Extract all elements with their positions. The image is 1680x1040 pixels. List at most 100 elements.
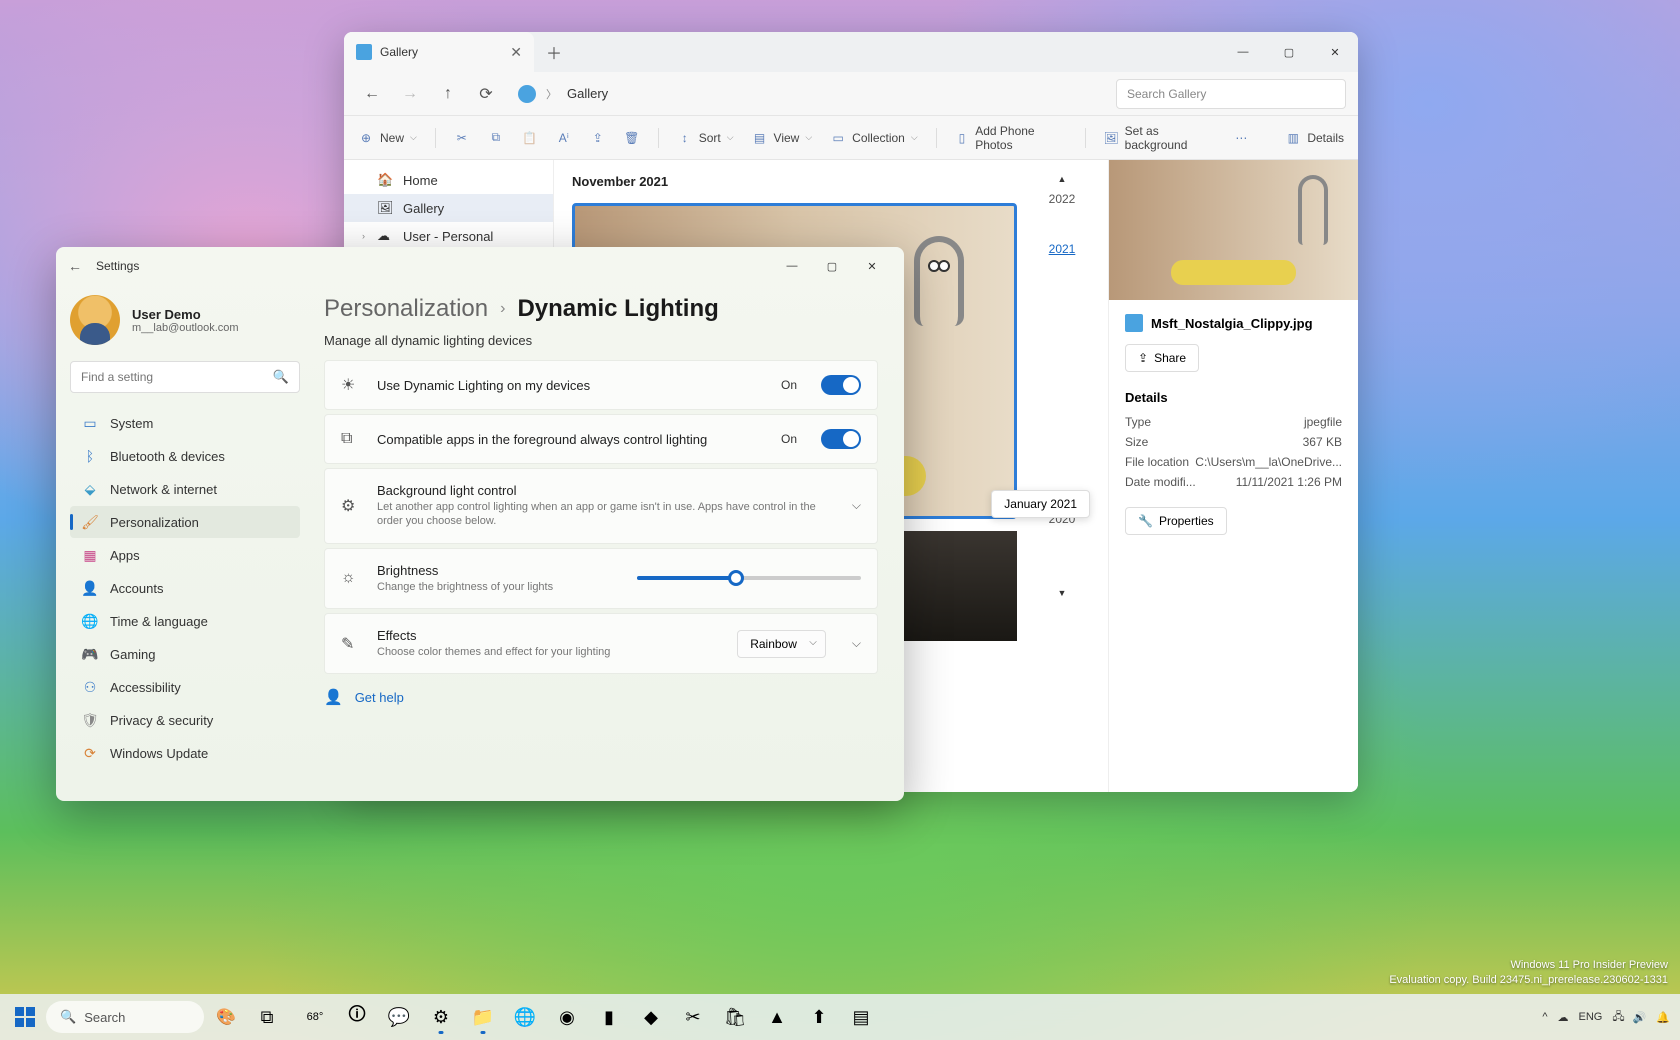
file-explorer-icon[interactable]: 📁 (464, 998, 502, 1036)
network-icon[interactable]: 🖧 (1612, 1008, 1624, 1027)
sort-button[interactable]: ↕Sort⌵ (677, 130, 734, 146)
share-button[interactable]: ⇪ Share (1125, 344, 1199, 372)
new-tab-button[interactable]: ＋ (534, 40, 574, 64)
pen-icon: ✎ (341, 634, 361, 654)
collection-icon: ▭ (830, 130, 846, 146)
nav-apps[interactable]: ▦Apps (70, 539, 300, 571)
timeline-down-icon[interactable]: ▼ (1058, 588, 1067, 598)
nav-accessibility[interactable]: ⚇Accessibility (70, 671, 300, 703)
volume-icon[interactable]: 🔊 (1633, 1011, 1647, 1024)
chevron-right-icon[interactable]: › (362, 231, 365, 241)
windows-logo-icon (15, 1007, 35, 1027)
use-dl-toggle[interactable] (821, 375, 861, 395)
details-icon: ▥ (1285, 130, 1301, 146)
settings-app-icon[interactable]: ⚙ (422, 998, 460, 1036)
copy-button[interactable]: ⧉ (488, 130, 504, 146)
nav-network[interactable]: ⬙Network & internet (70, 473, 300, 505)
app-icon[interactable]: ▲ (758, 998, 796, 1036)
task-view-button[interactable]: ⧉ (248, 998, 286, 1036)
onedrive-tray-icon[interactable]: ☁ (1557, 1011, 1568, 1024)
sidebar-item-home[interactable]: ›🏠Home (344, 166, 553, 194)
system-tray: ^ ☁ ENG 🖧 🔊 🔔 (1542, 1008, 1670, 1027)
paste-button[interactable]: 📋 (522, 130, 538, 146)
maximize-button[interactable]: ▢ (1266, 32, 1312, 72)
rename-button[interactable]: Aⁱ (556, 130, 572, 146)
copy-icon: ⧉ (488, 130, 504, 146)
minimize-button[interactable]: — (772, 251, 812, 281)
nav-up-button[interactable]: ↑ (432, 78, 464, 110)
nav-forward-button[interactable]: → (394, 78, 426, 110)
apps-icon: ▦ (82, 547, 98, 563)
sidebar-item-gallery[interactable]: ›🖼Gallery (344, 194, 553, 222)
nav-privacy[interactable]: 🛡Privacy & security (70, 704, 300, 736)
teams-chat-icon[interactable]: 💬 (380, 998, 418, 1036)
close-tab-icon[interactable]: ✕ (510, 44, 522, 61)
compat-toggle[interactable] (821, 429, 861, 449)
nav-system[interactable]: ▭System (70, 407, 300, 439)
set-background-button[interactable]: 🖼Set as background (1103, 124, 1215, 152)
add-phone-photos-button[interactable]: ▯Add Phone Photos (955, 124, 1067, 152)
terminal-icon[interactable]: ▮ (590, 998, 628, 1036)
more-button[interactable]: ⋯ (1233, 130, 1249, 146)
view-button[interactable]: ▤View⌵ (752, 130, 813, 146)
nav-back-button[interactable]: ← (356, 78, 388, 110)
details-pane-button[interactable]: ▥Details (1285, 130, 1344, 146)
maximize-button[interactable]: ▢ (812, 251, 852, 281)
chrome-icon[interactable]: ◉ (548, 998, 586, 1036)
get-help-link[interactable]: 👤 Get help (324, 688, 878, 706)
tab-label: Gallery (380, 45, 418, 59)
new-button[interactable]: ⊕New⌵ (358, 130, 417, 146)
nav-bluetooth[interactable]: ᛒBluetooth & devices (70, 440, 300, 472)
minimize-button[interactable]: — (1220, 32, 1266, 72)
copilot-icon[interactable]: 🛈 (338, 998, 376, 1036)
sidebar-item-user-personal[interactable]: ›☁User - Personal (344, 222, 553, 250)
chevron-down-icon[interactable]: ⌵ (852, 498, 861, 513)
setting-compatible-apps: ⧉ Compatible apps in the foreground alwa… (324, 414, 878, 464)
chevron-down-icon[interactable]: ⌵ (852, 636, 861, 651)
explorer-tab-gallery[interactable]: Gallery ✕ (344, 32, 534, 72)
nav-time-language[interactable]: 🌐Time & language (70, 605, 300, 637)
share-icon: ⇪ (1138, 351, 1148, 365)
search-gallery-input[interactable]: Search Gallery (1116, 79, 1346, 109)
collection-button[interactable]: ▭Collection⌵ (830, 130, 918, 146)
share-button[interactable]: ⇪ (590, 130, 606, 146)
edge-browser-icon[interactable]: 🌐 (506, 998, 544, 1036)
app-icon[interactable]: ▤ (842, 998, 880, 1036)
nav-refresh-button[interactable]: ⟳ (470, 78, 502, 110)
properties-button[interactable]: 🔧 Properties (1125, 507, 1227, 535)
cut-button[interactable]: ✂ (454, 130, 470, 146)
nav-personalization[interactable]: 🖌Personalization (70, 506, 300, 538)
microsoft-store-icon[interactable]: 🛍 (716, 998, 754, 1036)
language-indicator[interactable]: ENG (1578, 1011, 1602, 1023)
nav-windows-update[interactable]: ⟳Windows Update (70, 737, 300, 769)
breadcrumb-personalization[interactable]: Personalization (324, 295, 488, 323)
nav-accounts[interactable]: 👤Accounts (70, 572, 300, 604)
lightbulb-icon: ☀ (341, 375, 361, 395)
tray-overflow-icon[interactable]: ^ (1542, 1011, 1547, 1023)
notifications-icon[interactable]: 🔔 (1656, 1011, 1670, 1024)
setting-background-light-control[interactable]: ⚙ Background light control Let another a… (324, 468, 878, 544)
delete-button[interactable]: 🗑 (624, 130, 640, 146)
snipping-tool-icon[interactable]: ✂ (674, 998, 712, 1036)
scissors-icon: ✂ (454, 130, 470, 146)
taskbar-search[interactable]: 🔍 Search (46, 1001, 204, 1033)
timeline-year-2021[interactable]: 2021 (1049, 242, 1076, 256)
help-icon: 👤 (324, 688, 343, 706)
timeline-up-icon[interactable]: ▲ (1058, 174, 1067, 184)
timeline-year-2022[interactable]: 2022 (1049, 192, 1076, 206)
address-bar[interactable]: 〉 Gallery (508, 85, 1110, 103)
dev-home-icon[interactable]: ◆ (632, 998, 670, 1036)
nav-gaming[interactable]: 🎮Gaming (70, 638, 300, 670)
close-window-button[interactable]: ✕ (1312, 32, 1358, 72)
app-icon[interactable]: ⬆ (800, 998, 838, 1036)
start-button[interactable] (10, 1002, 40, 1032)
user-profile[interactable]: User Demo m__lab@outlook.com (70, 295, 300, 345)
effects-dropdown[interactable]: Rainbow (737, 630, 826, 658)
find-setting-input[interactable]: 🔍 (70, 361, 300, 393)
search-highlights-icon[interactable]: 🎨 (210, 1001, 242, 1033)
settings-back-button[interactable]: ← (68, 258, 96, 274)
person-icon: 👤 (82, 580, 98, 596)
brightness-slider[interactable] (637, 576, 861, 580)
close-window-button[interactable]: ✕ (852, 251, 892, 281)
weather-widget[interactable]: 68° (296, 998, 334, 1036)
